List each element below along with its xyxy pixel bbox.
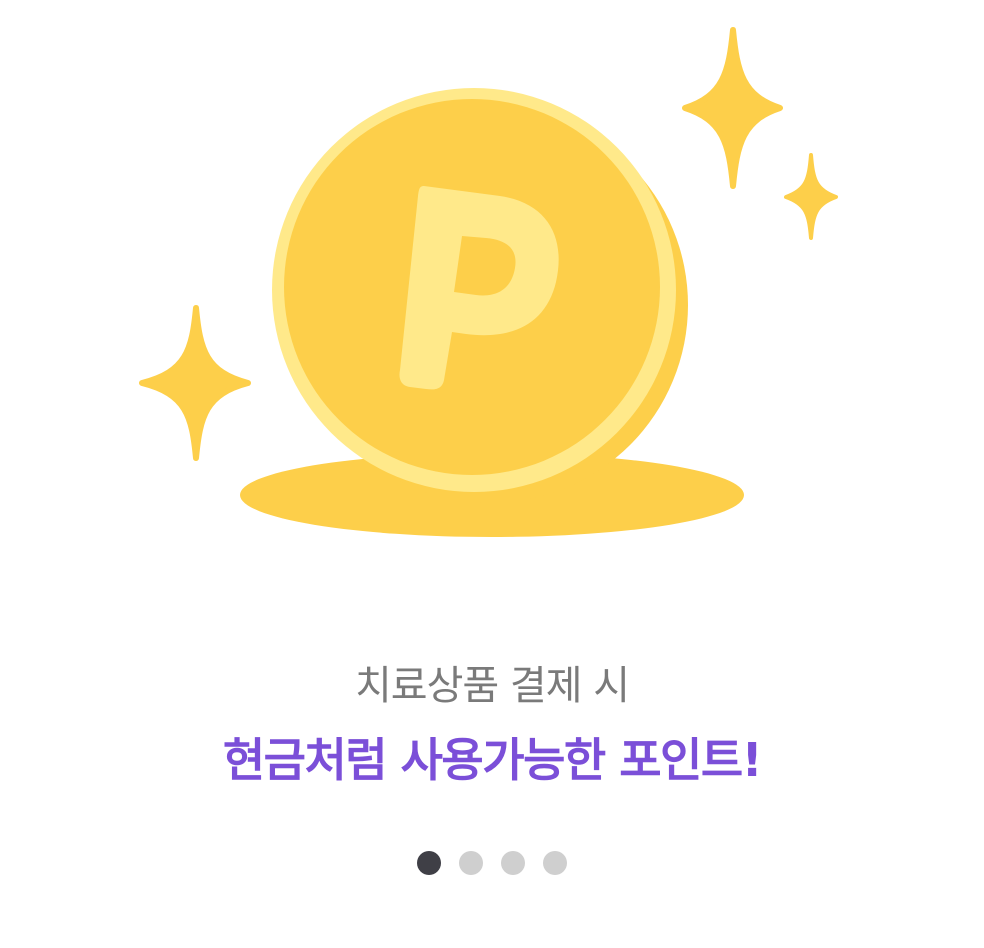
point-coin-illustration [139, 27, 838, 537]
onboarding-subtitle: 치료상품 결제 시 [354, 663, 630, 709]
pagination-dot-3[interactable] [501, 851, 525, 875]
pagination-dots [0, 851, 984, 877]
onboarding-headline: 현금처럼 사용가능한 포인트! [222, 733, 763, 787]
sparkle-left-icon [139, 305, 251, 461]
sparkle-top-right-icon [682, 27, 783, 189]
point-coin-icon [284, 99, 660, 475]
pagination-dot-2[interactable] [459, 851, 483, 875]
pagination-dot-4[interactable] [543, 851, 567, 875]
sparkle-small-right-icon [784, 153, 838, 240]
pagination-dot-1[interactable] [417, 851, 441, 875]
